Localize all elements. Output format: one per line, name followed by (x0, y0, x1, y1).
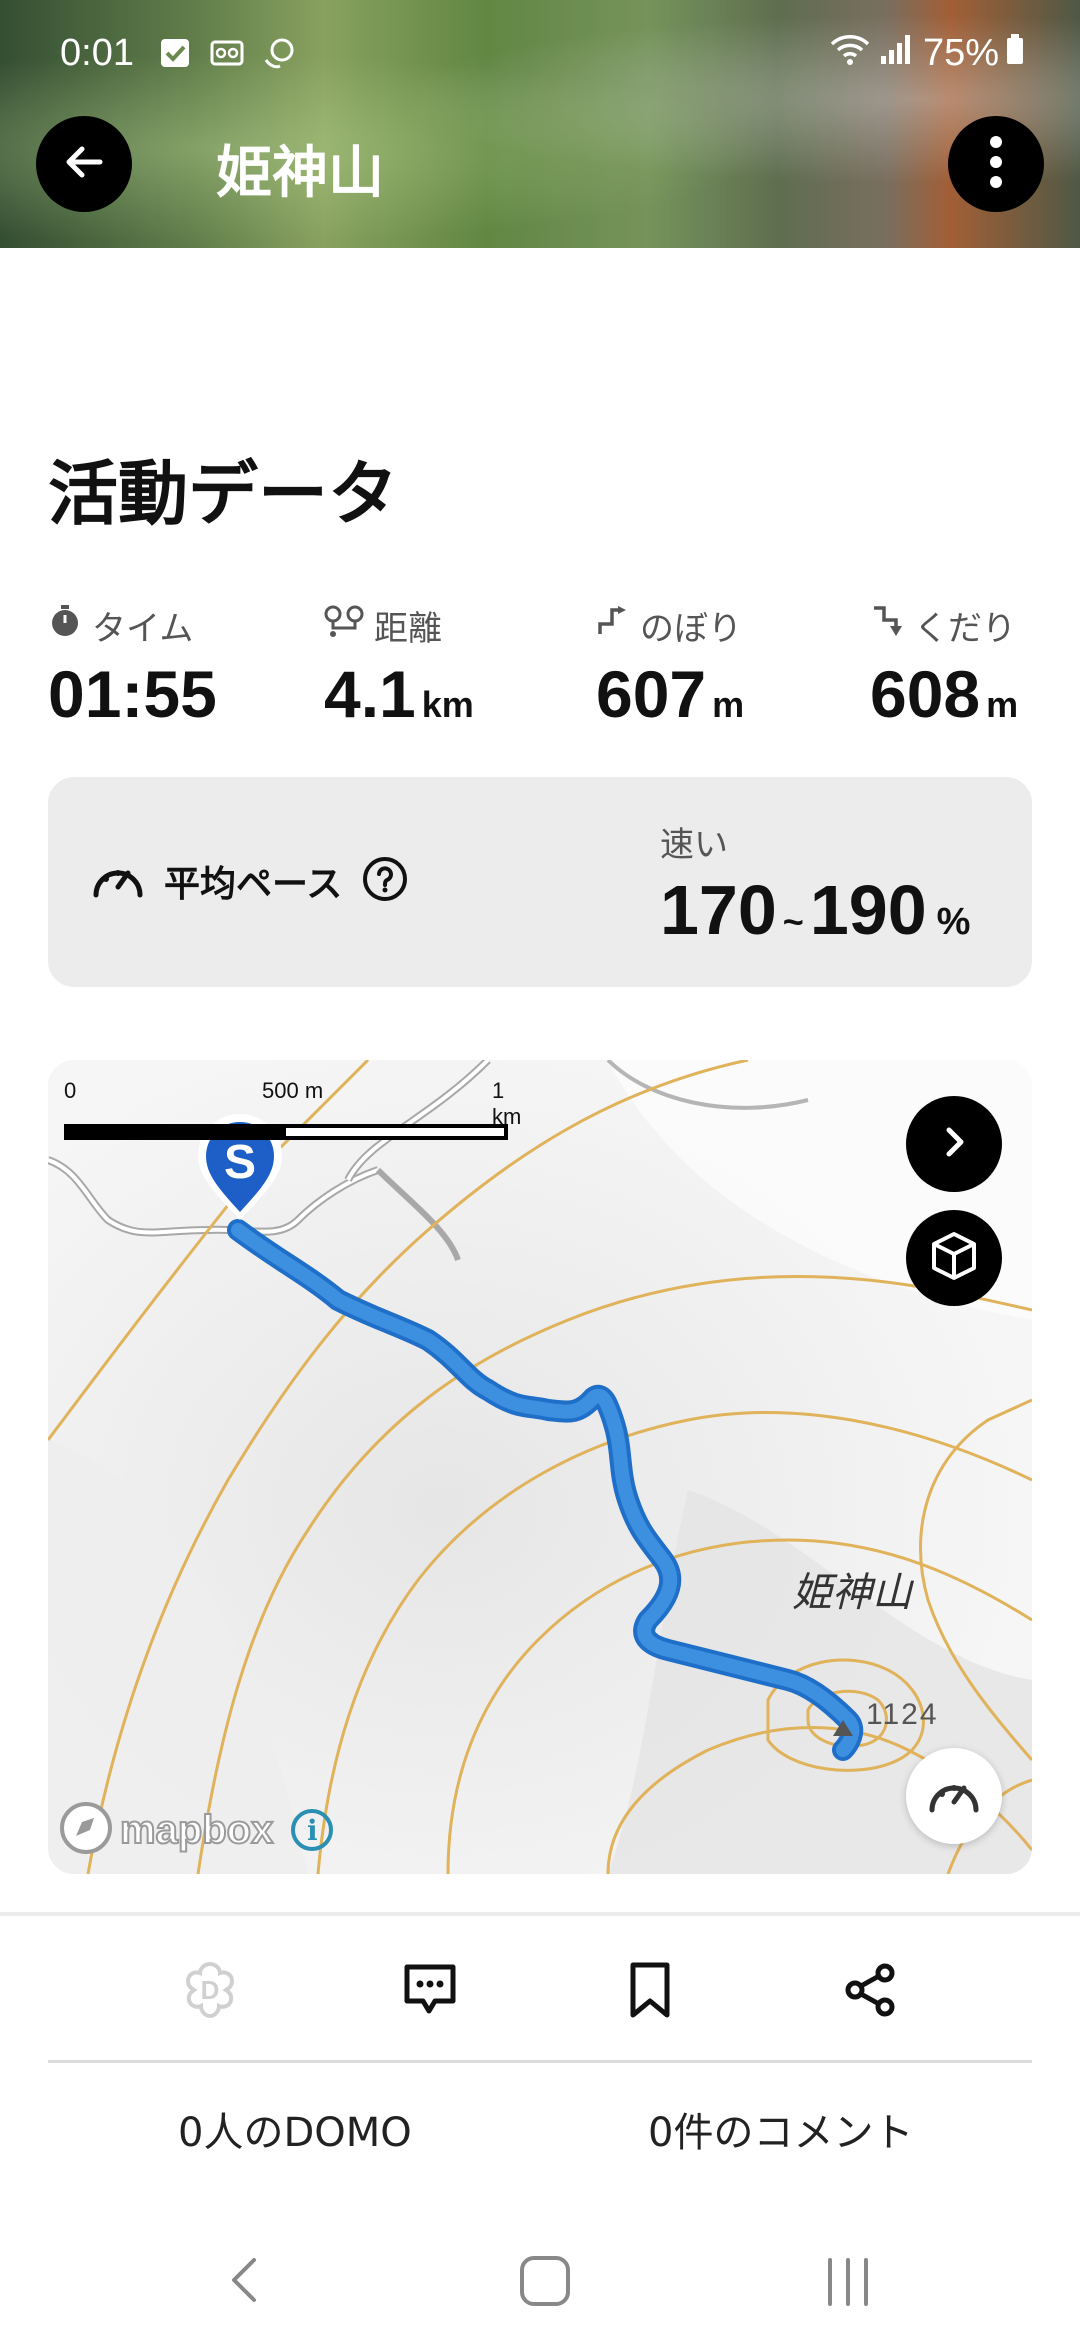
help-question-icon[interactable] (362, 856, 408, 906)
checkbox-notification-icon (158, 36, 192, 70)
speedometer-icon (926, 1770, 982, 1822)
map-3d-button[interactable] (906, 1210, 1002, 1306)
header-banner: 0:01 75% 姫神山 (0, 0, 1080, 248)
stat-descent-value: 608 (870, 657, 981, 731)
divider (48, 2060, 1032, 2063)
stat-ascent: のぼり 607 m (596, 600, 744, 732)
stat-time: タイム 01:55 (48, 600, 217, 732)
bookmark-button[interactable] (618, 1960, 682, 2024)
pace-min-value: 170 (660, 871, 777, 949)
cube-icon (928, 1230, 980, 1286)
wifi-icon (829, 32, 871, 75)
chevron-right-icon (934, 1122, 974, 1166)
domo-button[interactable]: D (178, 1960, 242, 2024)
scale-label-500m: 500 m (262, 1078, 324, 1103)
stat-descent-label: くだり (914, 608, 1016, 649)
share-icon (841, 1961, 899, 2023)
chevron-left-icon (220, 2258, 268, 2316)
more-options-button[interactable] (948, 116, 1044, 212)
system-navigation-bar (0, 2220, 1080, 2340)
status-time: 0:01 (60, 31, 134, 74)
divider (0, 1912, 1080, 1916)
stat-distance-label: 距離 (374, 608, 442, 649)
comment-count-link[interactable]: 0件のコメント (648, 2100, 913, 2158)
comment-bubble-icon (401, 1961, 459, 2023)
stat-distance: 距離 4.1 km (324, 600, 474, 732)
peak-name-label: 姫神山 (792, 1570, 912, 1616)
stat-ascent-value: 607 (596, 657, 707, 731)
scale-label-1km: 1 km (492, 1078, 522, 1129)
stat-descent: くだり 608 m (870, 600, 1018, 732)
page-title: 姫神山 (216, 141, 384, 206)
stopwatch-icon (48, 604, 92, 647)
signal-icon (879, 32, 913, 75)
stat-time-label: タイム (92, 608, 194, 649)
battery-percent: 75% (922, 31, 999, 74)
mapbox-wordmark: mapbox (119, 1807, 274, 1853)
pace-tilde: ~ (782, 901, 804, 942)
mapbox-logo-icon (58, 1800, 114, 1860)
stat-distance-value: 4.1 (324, 657, 416, 731)
scale-label-0: 0 (64, 1078, 77, 1103)
comment-button[interactable] (398, 1960, 462, 2024)
phone-missed-icon (262, 36, 296, 70)
stat-ascent-unit: m (712, 684, 745, 725)
route-map[interactable]: S 0 500 m 1 km 姫神山 1124 mapbox i (48, 1060, 1032, 1874)
mapbox-attribution: mapbox i (58, 1800, 334, 1860)
more-vertical-icon (986, 132, 1006, 196)
stat-ascent-label: のぼり (640, 608, 742, 649)
pace-unit: % (936, 901, 971, 943)
scale-bar (64, 1124, 508, 1140)
battery-icon (1005, 32, 1025, 75)
peak-elevation-label: 1124 (866, 1698, 939, 1731)
nav-home-button[interactable] (516, 2248, 574, 2316)
domo-flower-icon: D (178, 1958, 242, 2026)
map-expand-button[interactable] (906, 1096, 1002, 1192)
domo-count-link[interactable]: 0人のDOMO (178, 2100, 412, 2158)
descent-arrow-icon (870, 604, 914, 647)
share-button[interactable] (838, 1960, 902, 2024)
back-button[interactable] (36, 116, 132, 212)
stat-time-value: 01:55 (48, 657, 217, 731)
speedometer-icon (90, 855, 146, 907)
stat-distance-unit: km (421, 684, 474, 725)
svg-text:D: D (201, 1975, 220, 2005)
section-title-activity: 活動データ (48, 453, 398, 535)
pace-max-value: 190 (809, 871, 927, 949)
voicemail-icon (210, 36, 244, 70)
nav-recents-button[interactable] (820, 2248, 876, 2316)
status-bar: 0:01 75% (60, 28, 1025, 78)
route-pin-icon (324, 604, 374, 647)
nav-back-button[interactable] (220, 2248, 268, 2316)
home-square-icon (516, 2256, 574, 2316)
average-pace-card: 平均ペース 速い 170 ~190% (48, 777, 1032, 987)
pace-speed-label: 速い (660, 825, 728, 865)
recents-icon (820, 2258, 876, 2316)
arrow-left-icon (60, 138, 108, 190)
action-bar: D (0, 1930, 1080, 2050)
map-info-icon[interactable]: i (291, 1809, 334, 1851)
average-pace-label: 平均ペース (164, 864, 343, 905)
bookmark-icon (625, 1961, 675, 2023)
ascent-arrow-icon (596, 604, 640, 647)
stat-descent-unit: m (986, 684, 1019, 725)
map-pace-button[interactable] (906, 1748, 1002, 1844)
map-terrain (48, 1060, 1032, 1874)
